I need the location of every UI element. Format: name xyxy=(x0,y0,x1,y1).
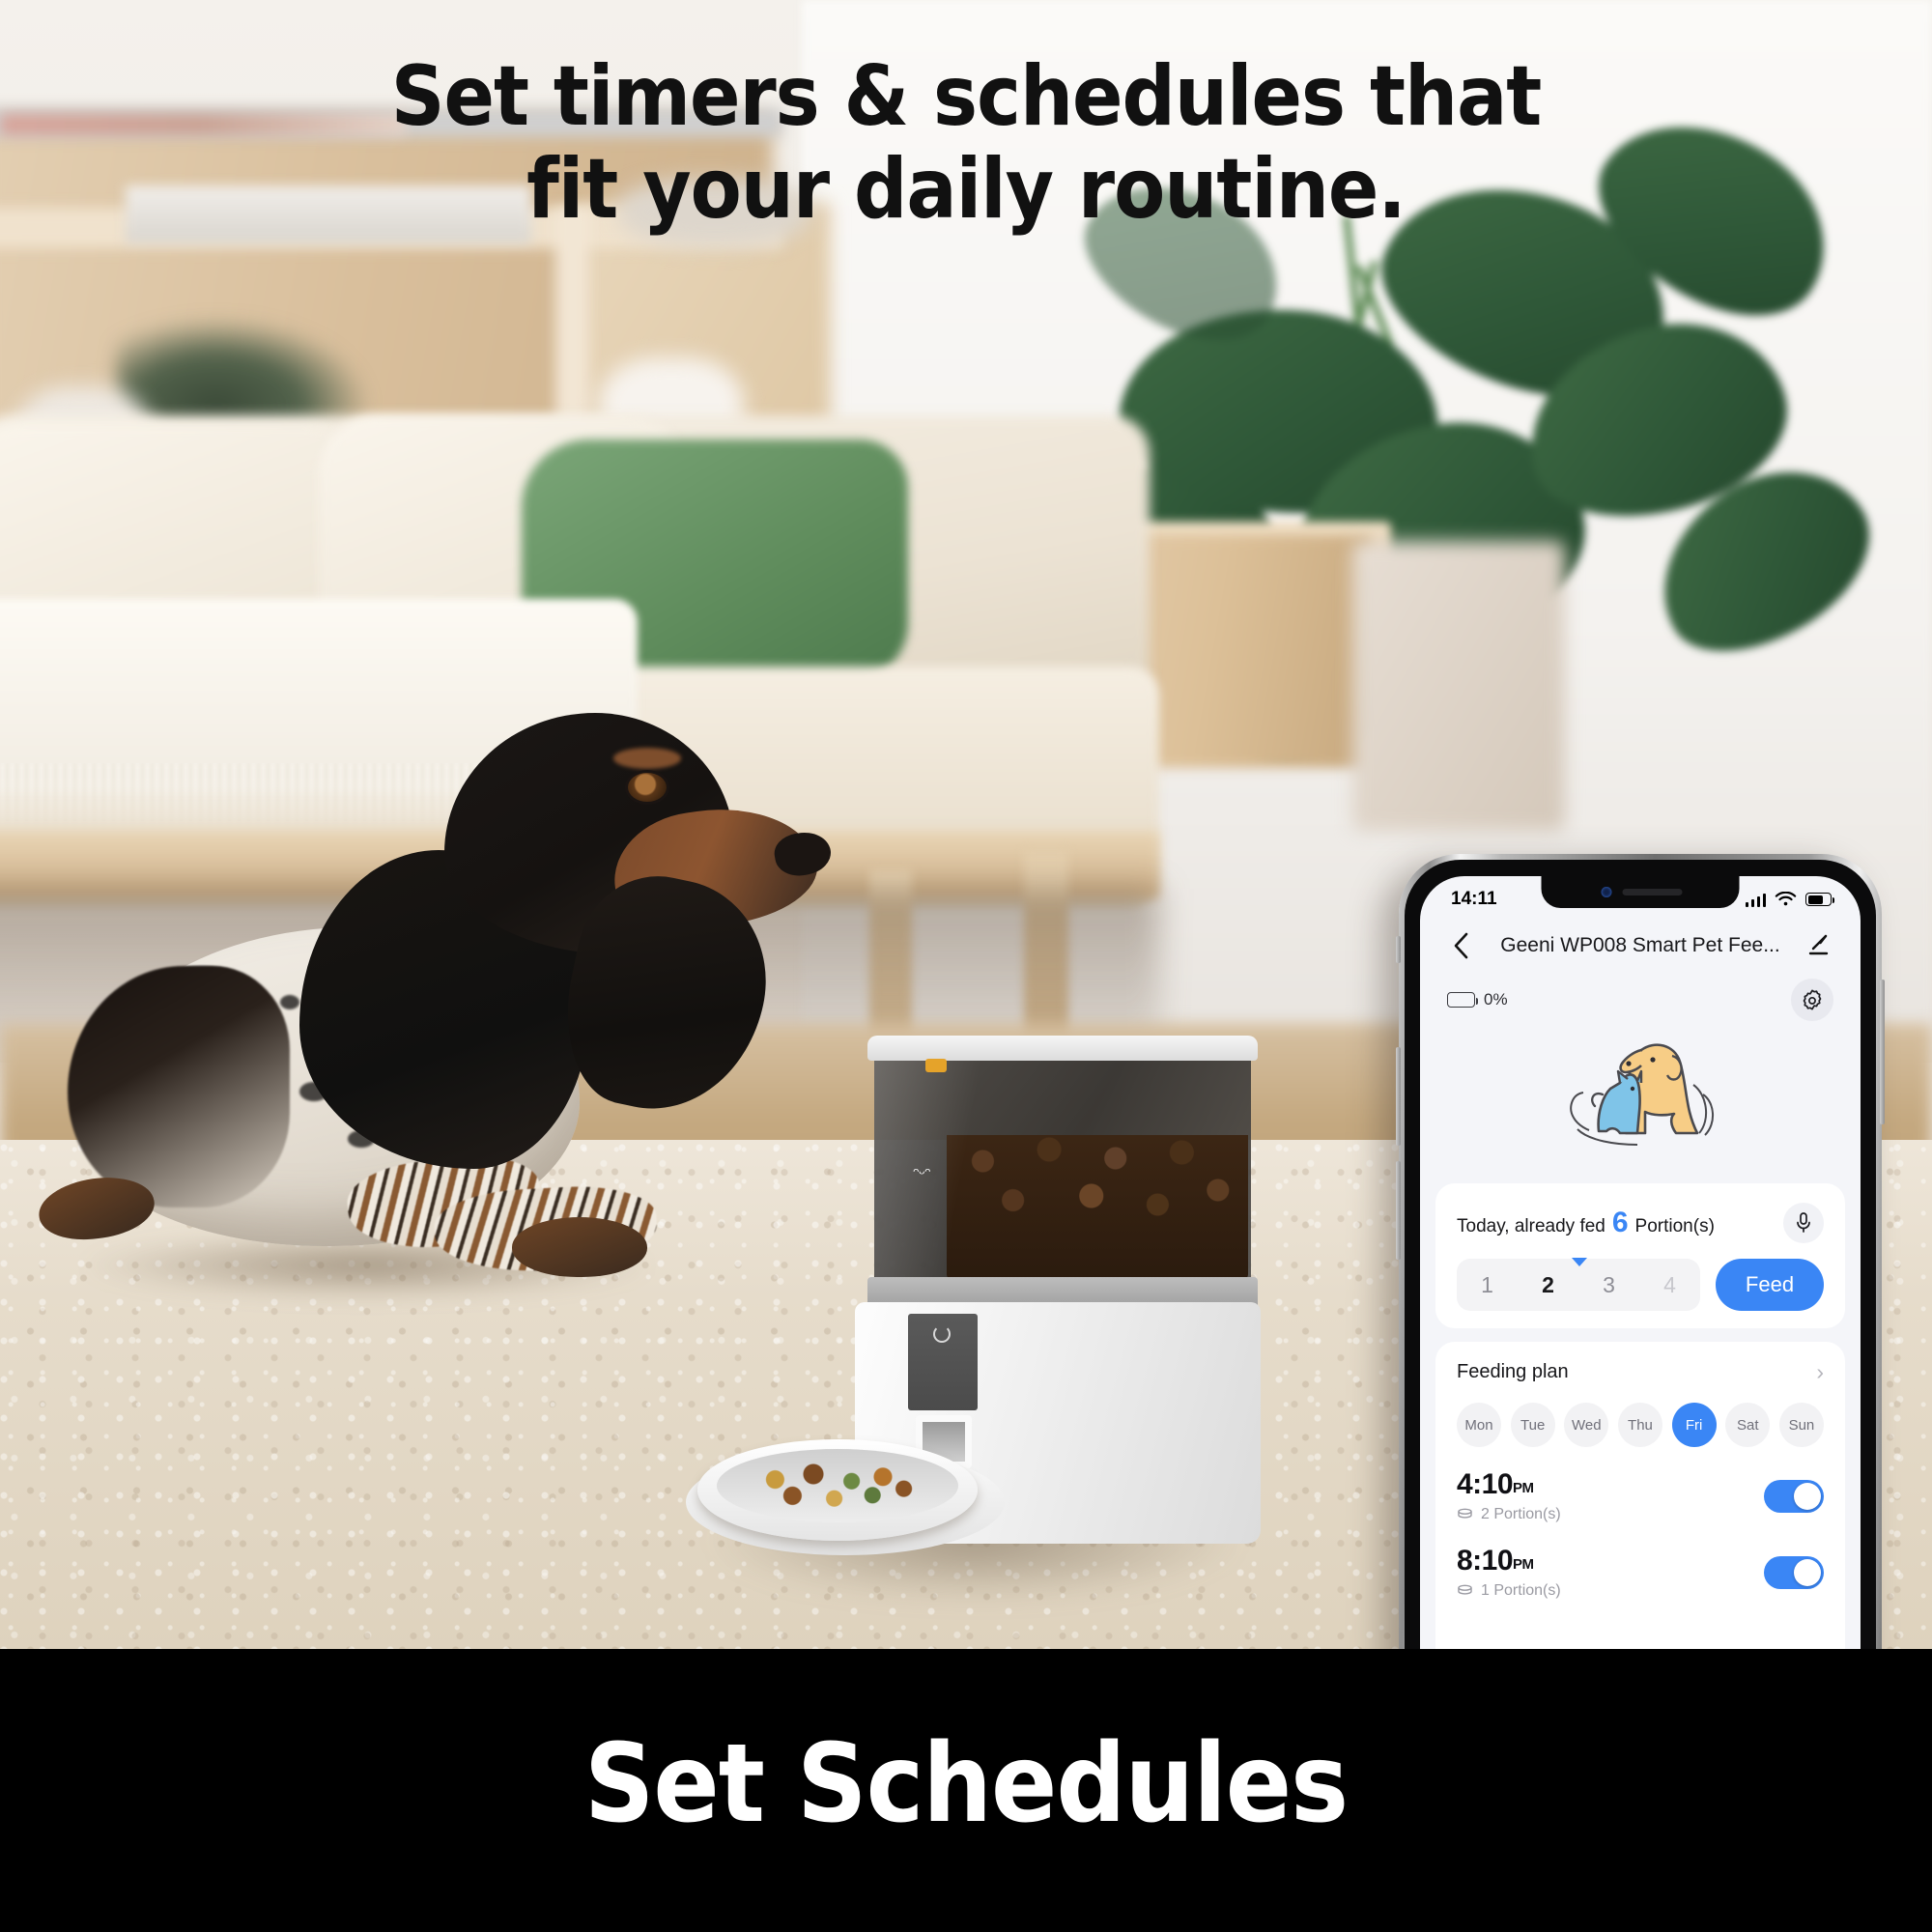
device-title: Geeni WP008 Smart Pet Fee... xyxy=(1500,934,1780,956)
back-button[interactable] xyxy=(1445,929,1478,962)
bottom-banner: Set Schedules xyxy=(0,1649,1932,1932)
app-nav-bar: Geeni WP008 Smart Pet Fee... xyxy=(1420,919,1861,973)
hopper-lid xyxy=(867,1036,1258,1061)
hopper-gloss xyxy=(874,1043,990,1285)
phone-mute-switch[interactable] xyxy=(1396,936,1401,963)
feeding-plan-header[interactable]: Feeding plan › xyxy=(1457,1361,1824,1383)
phone-volume-down-button[interactable] xyxy=(1396,1161,1401,1260)
signal-bars-icon xyxy=(1745,893,1766,907)
schedule-time-value: 4:10 xyxy=(1457,1468,1514,1500)
dog-brow xyxy=(613,748,681,769)
status-indicators xyxy=(1745,891,1834,908)
portion-option-1[interactable]: 1 xyxy=(1457,1272,1518,1298)
dog-eye xyxy=(628,773,667,802)
schedule-portions-label: 1 Portion(s) xyxy=(1481,1582,1561,1599)
phone-body: 14:11 Geeni WP008 Smart Pet Fee... 0% To… xyxy=(1405,860,1876,1704)
dog-and-cat-icon xyxy=(1570,1043,1714,1146)
schedule-row[interactable]: 8:10PM 1 Portion(s) xyxy=(1457,1545,1824,1600)
portion-option-4[interactable]: 4 xyxy=(1639,1272,1700,1298)
microphone-icon xyxy=(1797,1212,1810,1233)
dog-paw-right xyxy=(512,1217,647,1277)
feed-button[interactable]: Feed xyxy=(1716,1259,1824,1311)
pet-illustration xyxy=(1420,1021,1861,1174)
schedule-meridiem: PM xyxy=(1513,1556,1534,1573)
schedule-portions: 2 Portion(s) xyxy=(1457,1506,1561,1523)
schedule-row[interactable]: 4:10PM 2 Portion(s) xyxy=(1457,1468,1824,1523)
day-sun[interactable]: Sun xyxy=(1778,1403,1824,1447)
day-mon[interactable]: Mon xyxy=(1457,1403,1501,1447)
settings-button[interactable] xyxy=(1791,979,1833,1021)
fed-today-suffix: Portion(s) xyxy=(1634,1216,1715,1236)
wifi-icon xyxy=(1775,891,1797,905)
chevron-right-icon[interactable]: › xyxy=(1816,1361,1824,1383)
phone-power-button[interactable] xyxy=(1880,980,1885,1124)
schedule-toggle[interactable] xyxy=(1764,1479,1824,1513)
pencil-edit-icon xyxy=(1808,934,1829,955)
weekday-selector[interactable]: Mon Tue Wed Thu Fri Sat Sun xyxy=(1457,1403,1824,1447)
headline-line-1: Set timers & schedules that xyxy=(390,48,1543,145)
schedule-time-value: 8:10 xyxy=(1457,1545,1514,1577)
portion-selector[interactable]: 1 2 3 4 xyxy=(1457,1258,1700,1311)
device-status-row: 0% xyxy=(1420,973,1861,1027)
battery-outline-icon xyxy=(1447,992,1478,1008)
day-thu[interactable]: Thu xyxy=(1617,1403,1662,1447)
schedule-time: 8:10PM xyxy=(1457,1545,1561,1577)
day-wed[interactable]: Wed xyxy=(1564,1403,1609,1447)
day-tue[interactable]: Tue xyxy=(1510,1403,1555,1447)
schedule-toggle[interactable] xyxy=(1764,1555,1824,1589)
portion-option-2[interactable]: 2 xyxy=(1518,1272,1578,1298)
feed-controls-row: 1 2 3 4 Feed xyxy=(1457,1258,1824,1311)
status-bar: 14:11 xyxy=(1420,876,1861,917)
kibble-in-hopper xyxy=(947,1135,1248,1280)
feeder-power-button xyxy=(933,1325,951,1343)
phone-screen: 14:11 Geeni WP008 Smart Pet Fee... 0% To… xyxy=(1420,876,1861,1704)
schedule-meridiem: PM xyxy=(1513,1480,1534,1496)
pet-feeder-device: ᵔᵕᵔ xyxy=(676,1024,1275,1604)
day-sat[interactable]: Sat xyxy=(1725,1403,1771,1447)
feeding-plan-title: Feeding plan xyxy=(1457,1361,1569,1382)
device-battery-label: 0% xyxy=(1484,990,1508,1009)
battery-icon xyxy=(1805,893,1834,906)
portion-stack-icon xyxy=(1458,1508,1472,1519)
fed-today-label: Today, already fed 6 Portion(s) xyxy=(1457,1208,1715,1237)
phone-volume-up-button[interactable] xyxy=(1396,1047,1401,1146)
schedule-portions: 1 Portion(s) xyxy=(1457,1582,1561,1600)
phone-mockup: 14:11 Geeni WP008 Smart Pet Fee... 0% To… xyxy=(1396,854,1885,1704)
fed-today-count: 6 xyxy=(1611,1207,1629,1238)
feed-title-row: Today, already fed 6 Portion(s) xyxy=(1457,1203,1824,1243)
planter-pot xyxy=(1352,541,1565,831)
schedule-time: 4:10PM xyxy=(1457,1468,1561,1501)
status-time: 14:11 xyxy=(1451,889,1497,909)
feed-now-card: Today, already fed 6 Portion(s) 1 2 3 4 … xyxy=(1435,1183,1845,1328)
voice-feed-button[interactable] xyxy=(1783,1203,1824,1243)
gear-icon xyxy=(1803,989,1822,1010)
dog-rump xyxy=(68,966,290,1208)
edit-button[interactable] xyxy=(1803,929,1835,962)
portion-stack-icon xyxy=(1458,1584,1472,1595)
portion-option-3[interactable]: 3 xyxy=(1578,1272,1639,1298)
day-fri[interactable]: Fri xyxy=(1671,1403,1717,1447)
schedule-portions-label: 2 Portion(s) xyxy=(1481,1506,1561,1522)
food-in-bowl xyxy=(744,1461,918,1515)
schedule-info: 4:10PM 2 Portion(s) xyxy=(1457,1468,1561,1523)
schedule-info: 8:10PM 1 Portion(s) xyxy=(1457,1545,1561,1600)
fed-today-prefix: Today, already fed xyxy=(1457,1216,1605,1236)
headline-line-2: fit your daily routine. xyxy=(526,141,1406,239)
page-title: Set timers & schedules that fit your dai… xyxy=(0,50,1932,237)
feeder-face-icon: ᵔᵕᵔ xyxy=(913,1165,931,1184)
portion-selected-caret xyxy=(1572,1258,1587,1266)
hopper-latch xyxy=(925,1059,947,1072)
banner-title: Set Schedules xyxy=(583,1720,1349,1847)
device-battery-status: 0% xyxy=(1447,990,1508,1009)
